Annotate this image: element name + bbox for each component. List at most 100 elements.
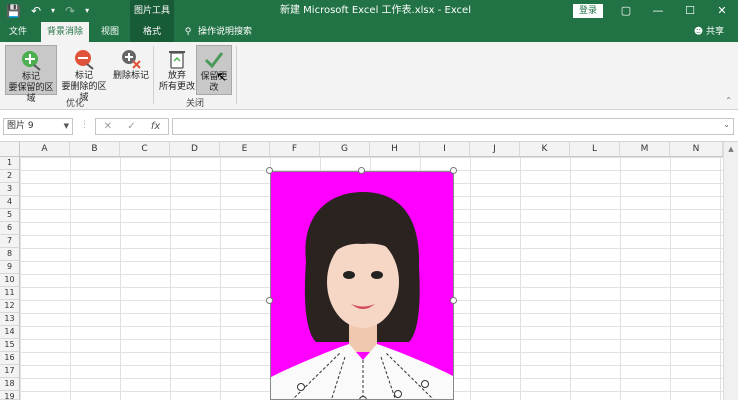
photo-being-edited[interactable] [270,171,454,400]
column-header[interactable]: G [320,142,370,157]
share-label: 共享 [705,27,724,37]
mark-keep-line2: 要保留的区域 [8,83,54,104]
expand-formula-icon[interactable]: ⌄ [723,120,730,129]
window-title: 新建 Microsoft Excel 工作表.xlsx - Excel [280,5,471,16]
row-header[interactable]: 1 [0,157,20,170]
row-header[interactable]: 15 [0,339,20,352]
row-header[interactable]: 13 [0,313,20,326]
row-header[interactable]: 11 [0,287,20,300]
enter-icon[interactable]: ✓ [127,121,135,132]
column-header[interactable]: E [220,142,270,157]
row-header[interactable]: 16 [0,352,20,365]
checkmark-icon [204,52,224,69]
delete-mark-button[interactable]: 删除标记 [112,45,150,95]
column-header[interactable]: M [620,142,670,157]
select-all-corner[interactable] [0,142,20,157]
mark-keep-icon [22,51,41,71]
row-header[interactable]: 12 [0,300,20,313]
save-icon[interactable]: 💾 [6,3,21,19]
row-header[interactable]: 14 [0,326,20,339]
resize-handle[interactable] [450,297,457,304]
row-header[interactable]: 6 [0,222,20,235]
mouse-cursor-icon: ↖ [216,70,227,85]
mark-areas-to-remove-button[interactable]: 标记 要删除的区域 [58,45,110,103]
delete-mark-icon [122,50,141,69]
resize-handle[interactable] [450,167,457,174]
row-header[interactable]: 5 [0,209,20,222]
discard-line1: 放弃 [167,71,186,81]
close-icon[interactable]: ✕ [706,0,738,22]
mark-remove-icon [75,50,94,70]
column-header[interactable]: A [20,142,70,157]
lightbulb-icon: ⚲ [184,27,192,37]
name-box-value: 图片 9 [7,121,34,131]
row-header[interactable]: 3 [0,183,20,196]
group-separator [153,46,154,104]
mark-keep-line1: 标记 [21,72,40,82]
mark-remove-line1: 标记 [74,71,93,81]
column-header[interactable]: K [520,142,570,157]
formula-input[interactable]: ⌄ [172,118,734,135]
delete-mark-label: 删除标记 [112,71,149,81]
redo-icon[interactable]: ↷ [65,3,75,19]
resize-handle[interactable] [266,297,273,304]
tell-me-search[interactable]: 操作说明搜索 [198,22,258,42]
tab-background-removal[interactable]: 背景消除 [41,22,89,42]
row-header[interactable]: 7 [0,235,20,248]
quick-access-toolbar: 💾 ↶ ▾ ↷ ▾ [6,3,89,19]
tab-view[interactable]: 视图 [92,22,128,42]
picture-tools-context-label: 图片工具 [130,0,174,22]
more-options-icon[interactable]: ⋮ [80,120,89,130]
ribbon: 标记 要保留的区域 标记 要删除的区域 删除标记 优化 放弃 所有更改 保留更改… [0,42,738,110]
insert-function-icon[interactable]: fx [151,121,160,132]
collapse-ribbon-icon[interactable]: ⌃ [725,96,732,105]
ribbon-display-options-icon[interactable]: ▢ [610,0,642,22]
cancel-icon[interactable]: ✕ [104,121,112,132]
name-box[interactable]: 图片 9 ▼ [3,118,73,135]
row-header[interactable]: 10 [0,274,20,287]
mark-areas-to-keep-button[interactable]: 标记 要保留的区域 [5,45,57,104]
recycle-bin-icon [169,51,185,69]
minimize-icon[interactable]: — [642,0,674,22]
formula-bar: 图片 9 ▼ ⋮ ✕ ✓ fx ⌄ [0,110,738,142]
customize-qat-icon[interactable]: ▾ [85,3,89,19]
row-header[interactable]: 2 [0,170,20,183]
close-group-label: 关闭 [186,99,205,109]
resize-handle[interactable] [266,167,273,174]
column-header[interactable]: I [420,142,470,157]
share-button[interactable]: ☻ 共享 [694,22,724,42]
row-header[interactable]: 19 [0,391,20,401]
tab-format[interactable]: 格式 [130,22,174,42]
column-header[interactable]: B [70,142,120,157]
column-header[interactable]: L [570,142,620,157]
formula-buttons: ✕ ✓ fx [95,118,169,135]
undo-dropdown-icon[interactable]: ▾ [51,3,55,19]
column-header[interactable]: N [670,142,723,157]
window-controls: ▢ — ☐ ✕ [610,0,738,22]
discard-all-changes-button[interactable]: 放弃 所有更改 [158,45,196,95]
person-icon: ☻ [693,27,704,37]
group-separator-2 [236,46,237,104]
row-header[interactable]: 18 [0,378,20,391]
row-header[interactable]: 17 [0,365,20,378]
row-header[interactable]: 4 [0,196,20,209]
portrait-photo [271,172,453,399]
discard-line2: 所有更改 [158,82,195,92]
scroll-up-icon[interactable]: ▲ [724,145,738,153]
login-button[interactable]: 登录 [573,4,603,18]
chevron-down-icon[interactable]: ▼ [64,119,69,134]
maximize-icon[interactable]: ☐ [674,0,706,22]
column-header[interactable]: D [170,142,220,157]
tab-file[interactable]: 文件 [0,22,36,42]
vertical-scrollbar[interactable]: ▲ [723,142,738,400]
undo-icon[interactable]: ↶ [31,3,41,19]
column-header[interactable]: C [120,142,170,157]
column-header[interactable]: H [370,142,420,157]
ribbon-tab-bar: 文件 背景消除 视图 格式 ⚲ 操作说明搜索 ☻ 共享 [0,22,738,42]
row-header[interactable]: 9 [0,261,20,274]
title-bar: 💾 ↶ ▾ ↷ ▾ 图片工具 新建 Microsoft Excel 工作表.xl… [0,0,738,22]
column-header[interactable]: J [470,142,520,157]
row-header[interactable]: 8 [0,248,20,261]
column-header[interactable]: F [270,142,320,157]
resize-handle[interactable] [358,167,365,174]
